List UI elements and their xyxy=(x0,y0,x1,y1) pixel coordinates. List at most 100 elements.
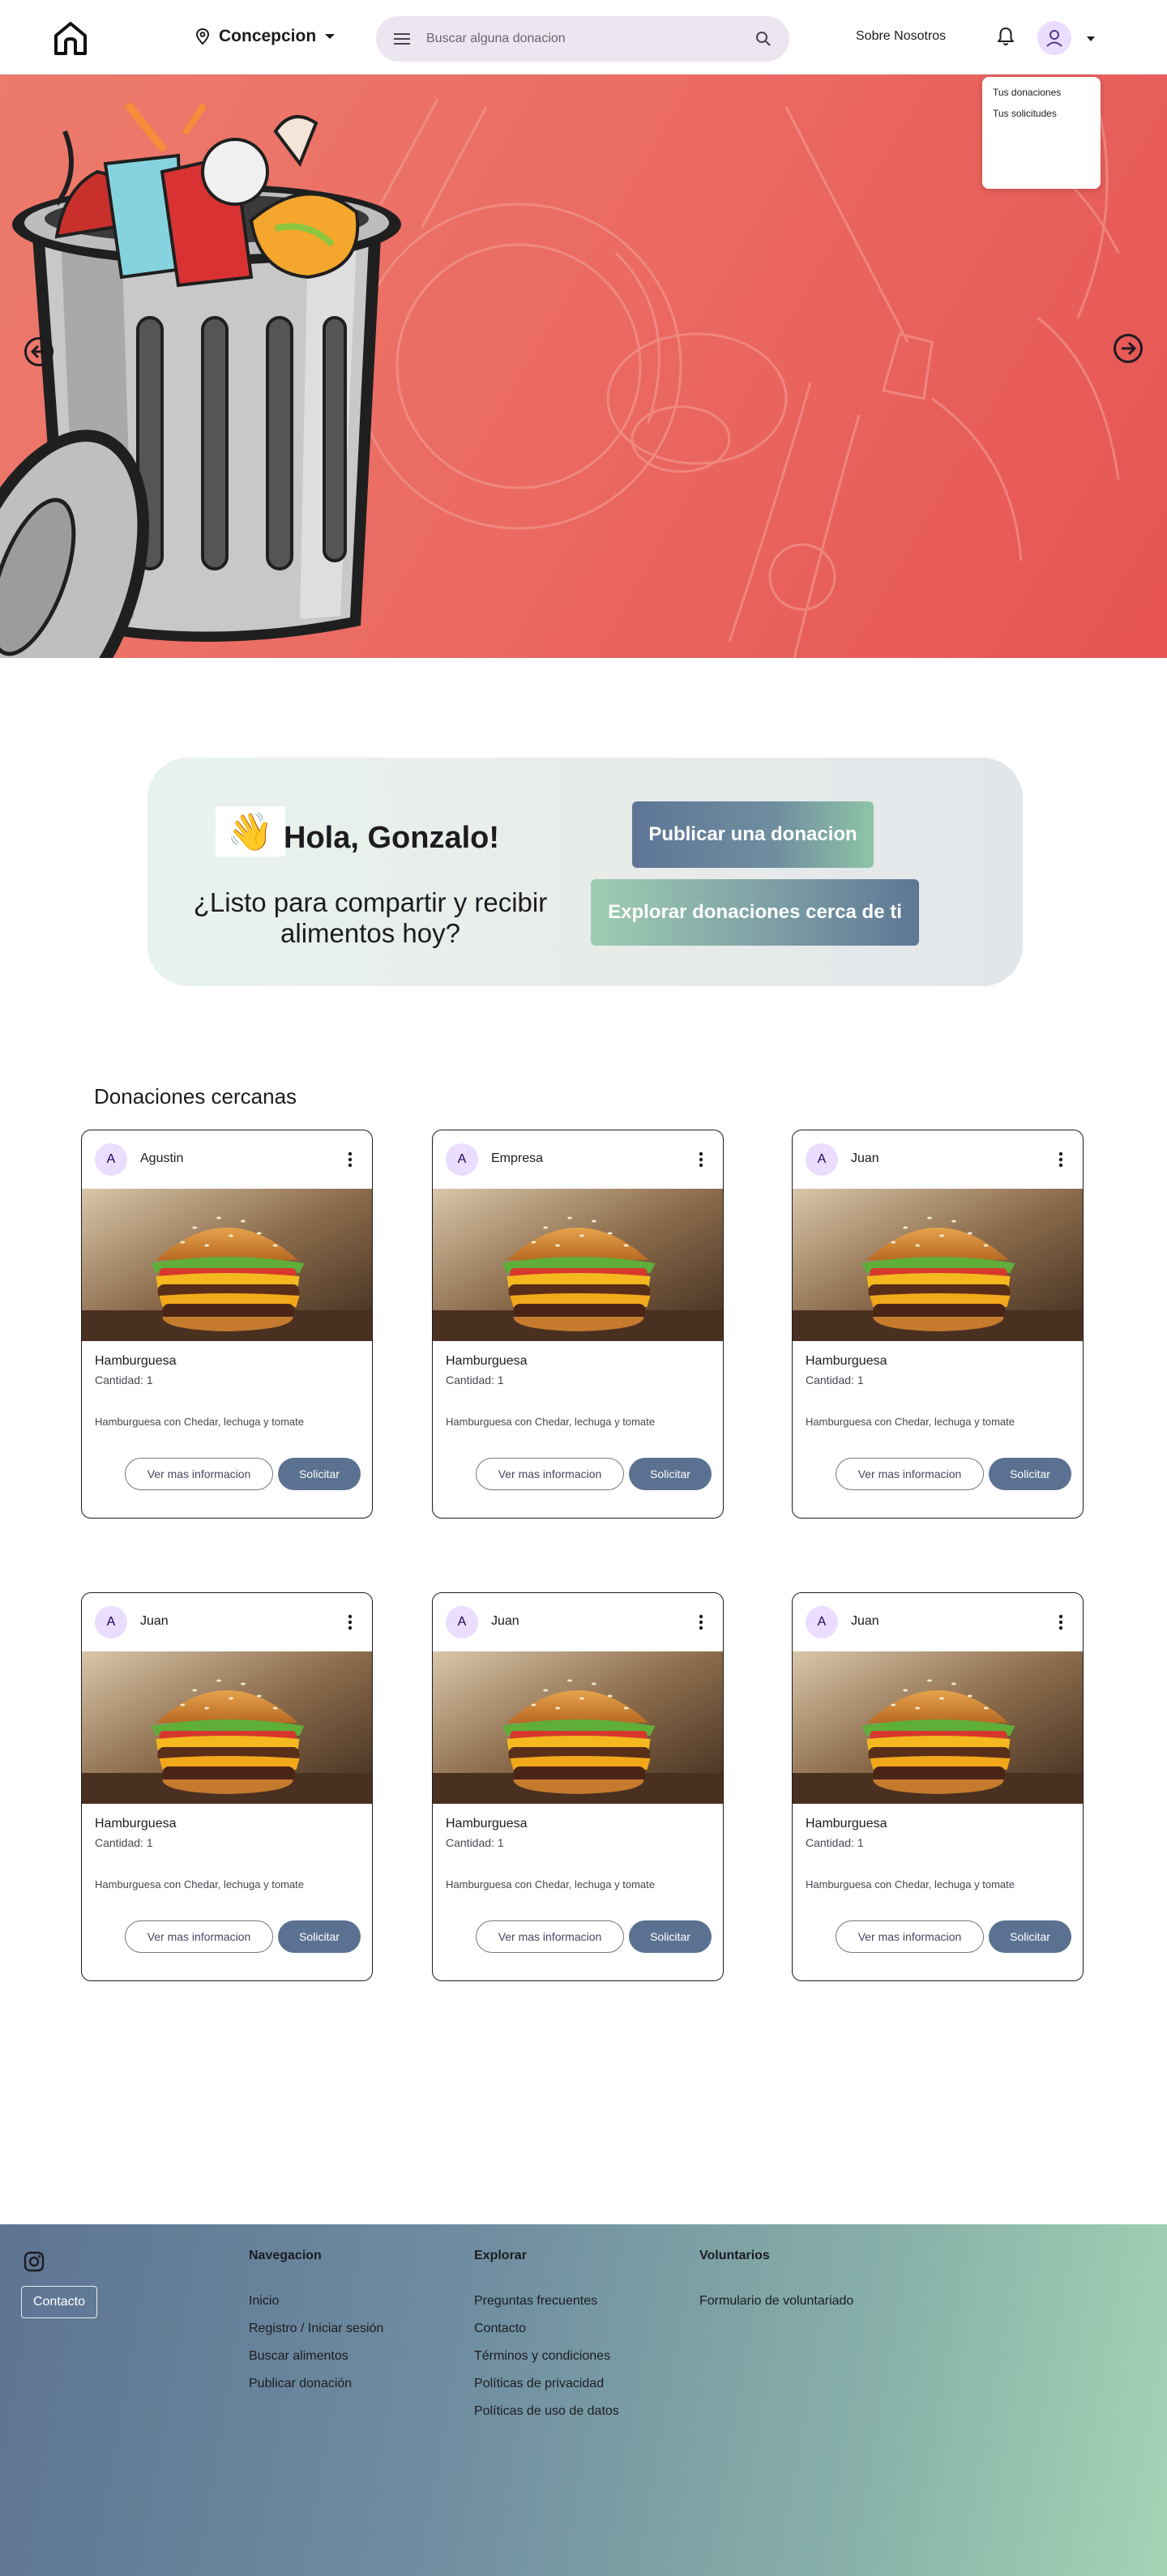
search-input[interactable] xyxy=(426,32,754,46)
menu-item-my-donations[interactable]: Tus donaciones xyxy=(993,87,1090,98)
more-options-icon[interactable] xyxy=(1050,1611,1071,1634)
menu-icon[interactable] xyxy=(392,29,412,49)
carousel-next-button[interactable] xyxy=(1114,334,1143,363)
footer-link-home[interactable]: Inicio xyxy=(249,2288,383,2315)
donation-quantity: Cantidad: 1 xyxy=(95,1836,153,1849)
footer-nav-column: Navegacion Inicio Registro / Iniciar ses… xyxy=(249,2249,383,2398)
publish-donation-button[interactable]: Publicar una donacion xyxy=(632,801,874,868)
donor-avatar: A xyxy=(95,1606,127,1638)
footer-link-register[interactable]: Registro / Iniciar sesión xyxy=(249,2315,383,2343)
home-icon xyxy=(54,22,87,55)
about-us-link[interactable]: Sobre Nosotros xyxy=(856,29,946,44)
donation-description: Hamburguesa con Chedar, lechuga y tomate xyxy=(446,1878,655,1890)
user-icon xyxy=(1046,30,1062,47)
donor-name: Juan xyxy=(851,1614,879,1628)
donation-quantity: Cantidad: 1 xyxy=(446,1836,504,1849)
donor-avatar: A xyxy=(95,1143,127,1176)
arrow-right-icon xyxy=(1122,341,1136,356)
chevron-down-icon xyxy=(325,34,336,39)
request-button[interactable]: Solicitar xyxy=(278,1458,361,1490)
donation-title: Hamburguesa xyxy=(95,1817,177,1831)
more-info-button[interactable]: Ver mas informacion xyxy=(476,1458,624,1490)
card-header: A Juan xyxy=(82,1593,372,1651)
card-header: A Empresa xyxy=(433,1130,723,1189)
user-menu-toggle[interactable] xyxy=(1081,29,1101,49)
more-info-button[interactable]: Ver mas informacion xyxy=(476,1920,624,1953)
instagram-icon[interactable] xyxy=(23,2250,45,2273)
user-dropdown-menu: Tus donaciones Tus solicitudes xyxy=(982,77,1101,189)
location-selector[interactable]: Concepcion xyxy=(194,24,336,49)
notifications-button[interactable] xyxy=(994,24,1018,49)
more-options-icon[interactable] xyxy=(690,1148,712,1171)
location-label: Concepcion xyxy=(219,27,317,45)
burger-photo xyxy=(433,1651,723,1804)
card-header: A Agustin xyxy=(82,1130,372,1189)
donation-card: A Juan Hamburguesa Cantidad: 1 Hamburgue… xyxy=(81,1592,373,1981)
page: Concepcion Sobre Nosotros xyxy=(0,0,1167,2576)
location-pin-icon xyxy=(195,28,210,45)
donation-title: Hamburguesa xyxy=(806,1354,887,1368)
burger-photo xyxy=(433,1189,723,1341)
greeting-subtitle: ¿Listo para compartir y recibir alimento… xyxy=(193,887,548,948)
footer-volunteers-column: Voluntarios Formulario de voluntariado xyxy=(699,2249,853,2315)
request-button[interactable]: Solicitar xyxy=(629,1920,712,1953)
footer-link-contact[interactable]: Contacto xyxy=(474,2315,619,2343)
explore-donations-button[interactable]: Explorar donaciones cerca de ti xyxy=(591,879,919,946)
footer-link-data-policy[interactable]: Políticas de uso de datos xyxy=(474,2398,619,2425)
welcome-card: 👋 Hola, Gonzalo! ¿Listo para compartir y… xyxy=(147,758,1023,986)
footer-volunteers-heading: Voluntarios xyxy=(699,2249,770,2262)
donation-title: Hamburguesa xyxy=(806,1817,887,1831)
donor-avatar: A xyxy=(446,1606,478,1638)
more-info-button[interactable]: Ver mas informacion xyxy=(125,1920,273,1953)
card-header: A Juan xyxy=(793,1593,1083,1651)
chevron-down-icon xyxy=(1087,36,1095,41)
footer-link-privacy[interactable]: Políticas de privacidad xyxy=(474,2370,619,2398)
footer-link-publish[interactable]: Publicar donación xyxy=(249,2370,383,2398)
footer: Contacto Navegacion Inicio Registro / In… xyxy=(0,2224,1167,2576)
donation-card: A Empresa Hamburguesa Cantidad: 1 Hambur… xyxy=(432,1130,724,1519)
user-avatar-button[interactable] xyxy=(1037,21,1071,55)
footer-explore-heading: Explorar xyxy=(474,2249,527,2262)
donation-description: Hamburguesa con Chedar, lechuga y tomate xyxy=(95,1416,304,1428)
search-icon[interactable] xyxy=(754,29,773,49)
request-button[interactable]: Solicitar xyxy=(989,1458,1071,1490)
more-info-button[interactable]: Ver mas informacion xyxy=(125,1458,273,1490)
home-button[interactable] xyxy=(50,18,91,58)
footer-explore-column: Explorar Preguntas frecuentes Contacto T… xyxy=(474,2249,619,2425)
arrow-left-icon xyxy=(31,344,45,359)
donation-quantity: Cantidad: 1 xyxy=(806,1836,864,1849)
donor-avatar: A xyxy=(806,1606,838,1638)
burger-photo xyxy=(793,1189,1083,1341)
donation-card: A Juan Hamburguesa Cantidad: 1 Hamburgue… xyxy=(792,1592,1084,1981)
donor-avatar: A xyxy=(806,1143,838,1176)
donation-card: A Juan Hamburguesa Cantidad: 1 Hamburgue… xyxy=(792,1130,1084,1519)
menu-item-my-requests[interactable]: Tus solicitudes xyxy=(993,108,1090,119)
more-info-button[interactable]: Ver mas informacion xyxy=(836,1458,984,1490)
footer-link-terms[interactable]: Términos y condiciones xyxy=(474,2343,619,2370)
more-options-icon[interactable] xyxy=(340,1148,361,1171)
donation-title: Hamburguesa xyxy=(95,1354,177,1368)
donor-name: Juan xyxy=(140,1614,169,1628)
donor-name: Juan xyxy=(491,1614,519,1628)
request-button[interactable]: Solicitar xyxy=(278,1920,361,1953)
more-options-icon[interactable] xyxy=(340,1611,361,1634)
footer-link-search-food[interactable]: Buscar alimentos xyxy=(249,2343,383,2370)
footer-link-faq[interactable]: Preguntas frecuentes xyxy=(474,2288,619,2315)
more-options-icon[interactable] xyxy=(690,1611,712,1634)
contact-button[interactable]: Contacto xyxy=(21,2286,97,2318)
donor-avatar: A xyxy=(446,1143,478,1176)
bell-icon xyxy=(998,28,1014,45)
donation-quantity: Cantidad: 1 xyxy=(446,1373,504,1386)
carousel-prev-button[interactable] xyxy=(24,337,53,366)
donation-quantity: Cantidad: 1 xyxy=(95,1373,153,1386)
more-options-icon[interactable] xyxy=(1050,1148,1071,1171)
more-info-button[interactable]: Ver mas informacion xyxy=(836,1920,984,1953)
burger-photo xyxy=(793,1651,1083,1804)
request-button[interactable]: Solicitar xyxy=(629,1458,712,1490)
request-button[interactable]: Solicitar xyxy=(989,1920,1071,1953)
footer-link-volunteer-form[interactable]: Formulario de voluntariado xyxy=(699,2288,853,2315)
waving-hand-icon: 👋 xyxy=(216,806,285,857)
greeting-title: Hola, Gonzalo! xyxy=(284,821,499,855)
donation-title: Hamburguesa xyxy=(446,1354,528,1368)
burger-photo xyxy=(82,1189,372,1341)
